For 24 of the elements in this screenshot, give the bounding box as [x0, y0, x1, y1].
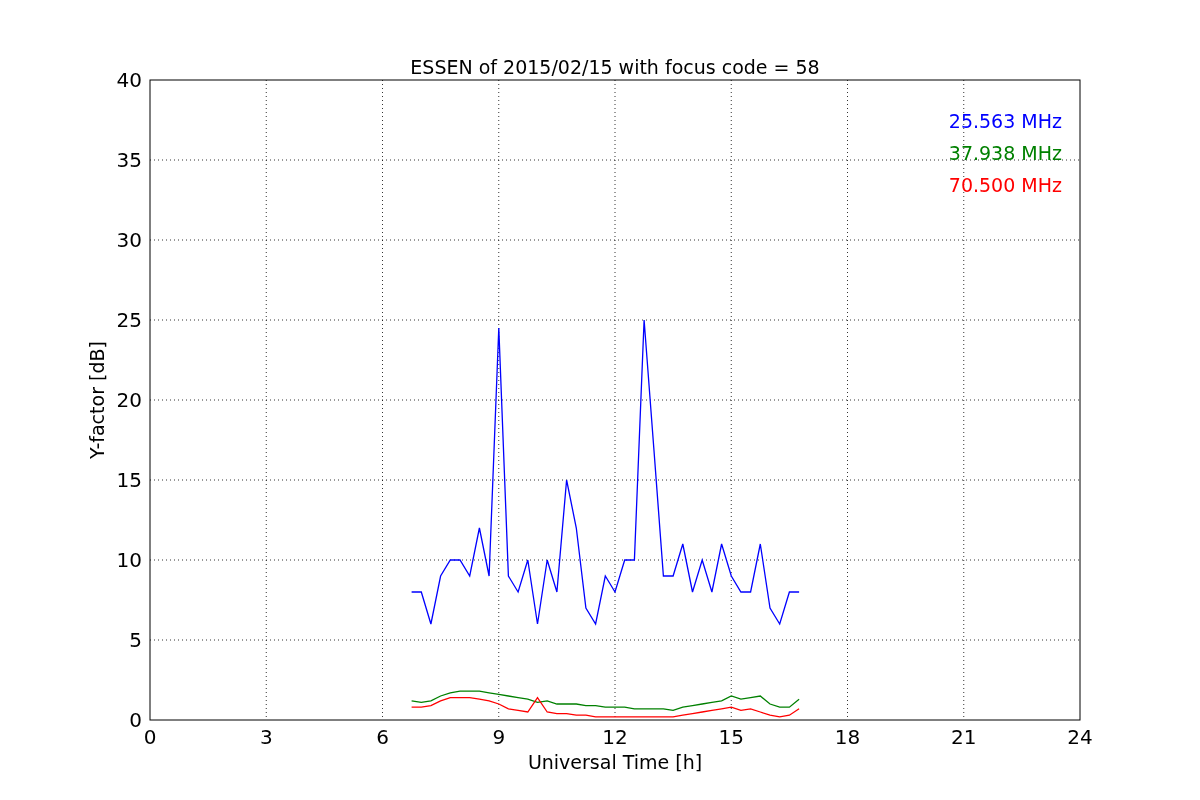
y-tick-label: 10 — [116, 548, 142, 572]
x-axis-label: Universal Time [h] — [527, 751, 703, 773]
x-tick-label: 12 — [602, 725, 628, 749]
x-tick-label: 15 — [718, 725, 744, 749]
x-tick-label: 3 — [259, 725, 273, 749]
legend-label: 70.500 MHz — [948, 174, 1062, 196]
x-tick-label: 0 — [143, 725, 157, 749]
y-tick-label: 0 — [129, 708, 142, 732]
y-tick-label: 35 — [116, 148, 142, 172]
y-tick-label: 20 — [116, 388, 142, 412]
chart-title: ESSEN of 2015/02/15 with focus code = 58 — [410, 56, 820, 78]
y-tick-label: 40 — [116, 68, 142, 92]
y-axis-label: Y-factor [dB] — [86, 341, 108, 459]
y-tick-label: 15 — [116, 468, 142, 492]
x-tick-label: 21 — [951, 725, 977, 749]
y-tick-label: 30 — [116, 228, 142, 252]
legend-label: 37.938 MHz — [948, 142, 1062, 164]
x-tick-label: 9 — [492, 725, 506, 749]
legend-label: 25.563 MHz — [948, 110, 1062, 132]
y-tick-label: 25 — [116, 308, 142, 332]
y-tick-label: 5 — [129, 628, 142, 652]
x-tick-label: 6 — [376, 725, 389, 749]
x-tick-label: 18 — [834, 725, 861, 749]
x-tick-label: 24 — [1067, 725, 1093, 749]
